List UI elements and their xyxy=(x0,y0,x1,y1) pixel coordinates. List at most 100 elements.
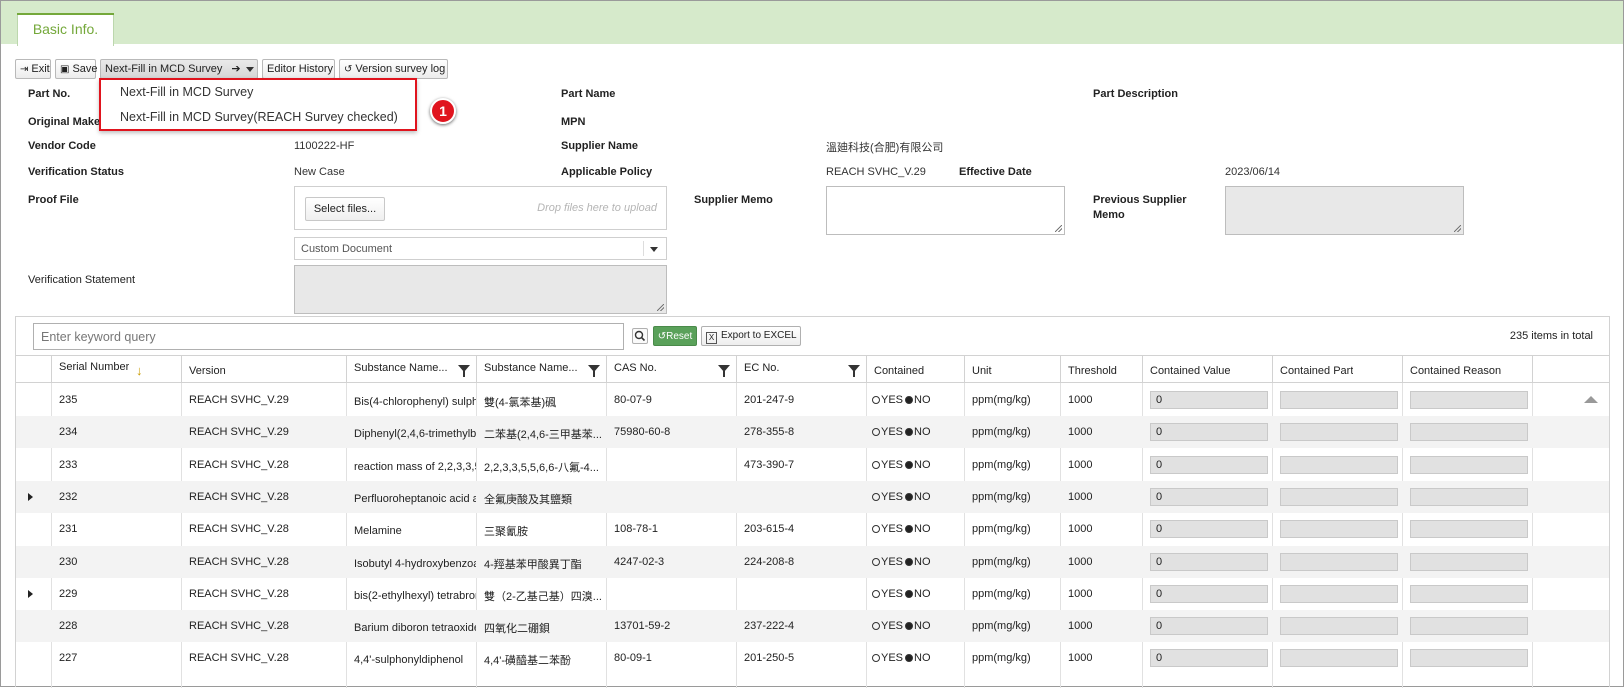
cell-contained: YES NO xyxy=(866,546,964,578)
contained-value-field[interactable]: 0 xyxy=(1150,487,1268,506)
filter-icon[interactable] xyxy=(458,365,470,377)
menu-item-next-fill[interactable]: Next-Fill in MCD Survey xyxy=(120,85,253,99)
filter-icon[interactable] xyxy=(588,365,600,377)
table-row[interactable]: 229 REACH SVHC_V.28 bis(2-ethylhexyl) tetr… xyxy=(16,578,1609,610)
radio-no[interactable] xyxy=(905,589,914,598)
radio-yes[interactable] xyxy=(872,428,880,437)
contained-reason-field[interactable] xyxy=(1410,423,1528,442)
contained-value-field[interactable]: 0 xyxy=(1150,552,1268,571)
save-button[interactable]: ▣ Save xyxy=(55,59,98,79)
column-header-filler xyxy=(1532,356,1609,383)
contained-reason-field[interactable] xyxy=(1410,455,1528,474)
column-header-contained-reason[interactable]: Contained Reason xyxy=(1402,356,1532,383)
file-upload-zone[interactable]: Select files... Drop files here to uploa… xyxy=(294,186,667,230)
version-survey-log-button[interactable]: ↺ Version survey log xyxy=(339,59,448,79)
column-header-unit[interactable]: Unit xyxy=(964,356,1060,383)
contained-reason-field[interactable] xyxy=(1410,584,1528,603)
column-header-version[interactable]: Version xyxy=(181,356,346,383)
contained-value-field[interactable]: 0 xyxy=(1150,617,1268,636)
column-header-substance-en[interactable]: Substance Name... xyxy=(346,356,476,383)
next-fill-dropdown-button[interactable]: Next-Fill in MCD Survey ➔ xyxy=(100,59,258,79)
chevron-down-icon[interactable] xyxy=(246,67,254,72)
tab-basic-info[interactable]: Basic Info. xyxy=(17,13,114,46)
radio-no[interactable] xyxy=(905,622,914,631)
column-header-substance-zh[interactable]: Substance Name... xyxy=(476,356,606,383)
search-button[interactable] xyxy=(632,328,648,344)
expand-caret-icon[interactable] xyxy=(28,492,33,501)
contained-reason-field[interactable] xyxy=(1410,520,1528,539)
column-header-ec[interactable]: EC No. xyxy=(736,356,866,383)
table-row[interactable]: 228 REACH SVHC_V.28 Barium diboron tetraox… xyxy=(16,610,1609,643)
select-files-button[interactable]: Select files... xyxy=(305,197,385,221)
cell-substance-en: reaction mass of 2,2,3,3,5,5 xyxy=(346,449,476,481)
cell-threshold-text: 1000 xyxy=(1068,523,1093,536)
contained-reason-field[interactable] xyxy=(1410,617,1528,636)
contained-value-field[interactable]: 0 xyxy=(1150,391,1268,409)
cell-serial-text: 227 xyxy=(59,652,78,665)
contained-reason-field[interactable] xyxy=(1410,552,1528,571)
radio-yes[interactable] xyxy=(872,589,880,598)
table-row[interactable]: 233 REACH SVHC_V.28 reaction mass of 2,2,3… xyxy=(16,449,1609,481)
contained-part-field[interactable] xyxy=(1280,617,1398,636)
contained-part-field[interactable] xyxy=(1280,584,1398,603)
contained-part-field[interactable] xyxy=(1280,423,1398,442)
sort-arrow-down-icon[interactable]: ↓ xyxy=(136,363,143,378)
column-header-threshold[interactable]: Threshold xyxy=(1060,356,1142,383)
radio-yes[interactable] xyxy=(872,492,880,501)
table-row[interactable]: 227 REACH SVHC_V.28 4,4'-sulphonyldiphenol… xyxy=(16,642,1609,674)
radio-yes[interactable] xyxy=(872,654,880,663)
reset-button[interactable]: ↺Reset xyxy=(653,326,697,346)
radio-no[interactable] xyxy=(905,654,914,663)
effective-date-label: Effective Date xyxy=(959,166,1032,178)
column-header-contained-part[interactable]: Contained Part xyxy=(1272,356,1402,383)
column-header-contained-value[interactable]: Contained Value xyxy=(1142,356,1272,383)
contained-part-field[interactable] xyxy=(1280,520,1398,539)
radio-no[interactable] xyxy=(905,525,914,534)
contained-value-field[interactable]: 0 xyxy=(1150,455,1268,474)
contained-part-field[interactable] xyxy=(1280,455,1398,474)
radio-yes[interactable] xyxy=(872,460,880,469)
scroll-up-icon[interactable] xyxy=(1584,396,1598,403)
contained-reason-field[interactable] xyxy=(1410,649,1528,668)
radio-yes[interactable] xyxy=(872,622,880,631)
contained-value-field[interactable]: 0 xyxy=(1150,584,1268,603)
menu-item-next-fill-reach-checked[interactable]: Next-Fill in MCD Survey(REACH Survey che… xyxy=(120,110,398,124)
contained-value-field[interactable]: 0 xyxy=(1150,520,1268,539)
contained-value-field[interactable]: 0 xyxy=(1150,423,1268,442)
contained-value-field[interactable]: 0 xyxy=(1150,649,1268,668)
expand-caret-icon[interactable] xyxy=(28,589,33,598)
column-header-serial[interactable]: Serial Number ↓ xyxy=(51,356,181,383)
radio-yes[interactable] xyxy=(872,557,880,566)
table-row[interactable]: 234 REACH SVHC_V.29 Diphenyl(2,4,6-trimeth… xyxy=(16,416,1609,449)
table-row[interactable]: 230 REACH SVHC_V.28 Isobutyl 4-hydroxybenz… xyxy=(16,545,1609,578)
contained-part-field[interactable] xyxy=(1280,649,1398,668)
radio-no[interactable] xyxy=(905,460,914,469)
contained-reason-field[interactable] xyxy=(1410,487,1528,506)
table-row[interactable]: 231 REACH SVHC_V.28 Melamine 三聚氰胺 108-78-1 20… xyxy=(16,513,1609,545)
supplier-memo-input[interactable] xyxy=(826,186,1065,235)
supplier-name-value: 溫廸科技(合肥)有限公司 xyxy=(826,142,944,154)
cell-substance-en-text: Perfluoroheptanoic acid and xyxy=(354,492,476,505)
radio-no[interactable] xyxy=(905,557,914,566)
column-header-contained[interactable]: Contained xyxy=(866,356,964,383)
contained-part-field[interactable] xyxy=(1280,552,1398,571)
contained-part-field[interactable] xyxy=(1280,391,1398,409)
radio-yes[interactable] xyxy=(872,396,880,404)
editor-history-button[interactable]: Editor History xyxy=(262,59,335,79)
contained-reason-field[interactable] xyxy=(1410,391,1528,409)
radio-no[interactable] xyxy=(905,428,914,437)
radio-no[interactable] xyxy=(905,492,914,501)
column-header-cas[interactable]: CAS No. xyxy=(606,356,736,383)
filter-icon[interactable] xyxy=(848,365,860,377)
exit-button[interactable]: ⇥ Exit xyxy=(15,59,51,79)
cell-substance-zh-text: 雙（2-乙基己基）四溴... xyxy=(484,590,602,603)
contained-part-field[interactable] xyxy=(1280,487,1398,506)
radio-yes[interactable] xyxy=(872,525,880,534)
filter-icon[interactable] xyxy=(718,365,730,377)
table-row[interactable]: 235 REACH SVHC_V.29 Bis(4-chlorophenyl) su… xyxy=(16,384,1609,416)
radio-no[interactable] xyxy=(905,396,914,404)
export-excel-button[interactable]: X Export to EXCEL xyxy=(701,326,801,346)
document-type-select[interactable]: Custom Document xyxy=(294,237,667,260)
keyword-search-input[interactable]: Enter keyword query xyxy=(33,323,624,350)
table-row[interactable]: 232 REACH SVHC_V.28 Perfluoroheptanoic aci… xyxy=(16,480,1609,513)
